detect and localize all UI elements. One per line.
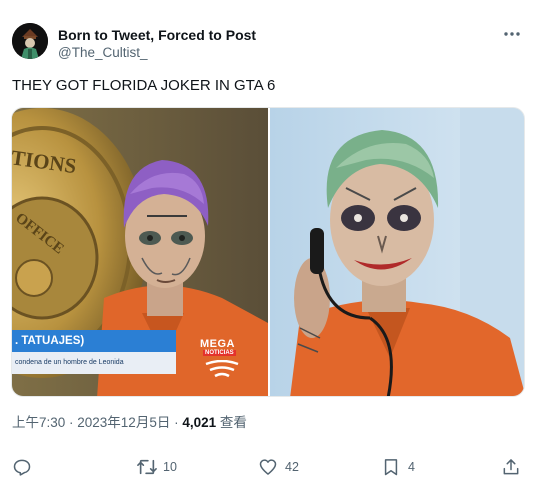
tweet-meta: 上午7:30 · 2023年12月5日 · 4,021 查看 <box>12 414 247 432</box>
retweet-icon <box>137 459 157 475</box>
channel-logo: MEGA NOTICIAS <box>200 338 246 380</box>
media-image-left[interactable]: TIONS OFFICE . TATUAJES) condena de un h… <box>12 108 268 396</box>
reply-icon <box>13 459 31 476</box>
signal-waves-icon <box>205 360 239 378</box>
like-button[interactable]: 42 <box>258 456 318 478</box>
reply-button[interactable] <box>12 456 52 478</box>
tweet-header: Born to Tweet, Forced to Post @The_Culti… <box>12 22 528 66</box>
retweet-button[interactable]: 10 <box>136 456 196 478</box>
bookmark-button[interactable]: 4 <box>381 456 431 478</box>
views-count: 4,021 <box>182 415 217 430</box>
chyron-subtitle: condena de un hombre de Leonida <box>12 352 176 374</box>
bookmark-icon <box>384 459 398 476</box>
avatar[interactable] <box>12 23 48 59</box>
author-handle[interactable]: @The_Cultist_ <box>58 44 256 62</box>
avatar-image <box>12 23 48 59</box>
more-options-button[interactable] <box>500 24 524 44</box>
tweet-timestamp[interactable]: 上午7:30 · 2023年12月5日 · <box>12 415 182 430</box>
author-names: Born to Tweet, Forced to Post @The_Culti… <box>58 26 256 62</box>
news-chyron: . TATUAJES) condena de un hombre de Leon… <box>12 330 176 380</box>
heart-icon <box>259 459 277 475</box>
more-dots-icon <box>504 32 520 36</box>
tweet-post: Born to Tweet, Forced to Post @The_Culti… <box>0 0 540 490</box>
real-mugshot-image <box>270 108 524 396</box>
tweet-text: THEY GOT FLORIDA JOKER IN GTA 6 <box>12 77 276 94</box>
media-image-right[interactable] <box>270 108 524 396</box>
channel-logo-text: MEGA <box>200 338 235 350</box>
views-label: 查看 <box>216 415 247 430</box>
author-display-name[interactable]: Born to Tweet, Forced to Post <box>58 26 256 44</box>
media-grid: TIONS OFFICE . TATUAJES) condena de un h… <box>11 107 525 397</box>
action-bar: 10 42 4 <box>12 456 528 478</box>
share-icon <box>503 459 519 475</box>
retweet-count: 10 <box>163 460 177 474</box>
share-button[interactable] <box>501 456 525 478</box>
chyron-title: . TATUAJES) <box>12 330 176 352</box>
like-count: 42 <box>285 460 299 474</box>
bookmark-count: 4 <box>408 460 415 474</box>
channel-logo-subtext: NOTICIAS <box>203 350 236 356</box>
